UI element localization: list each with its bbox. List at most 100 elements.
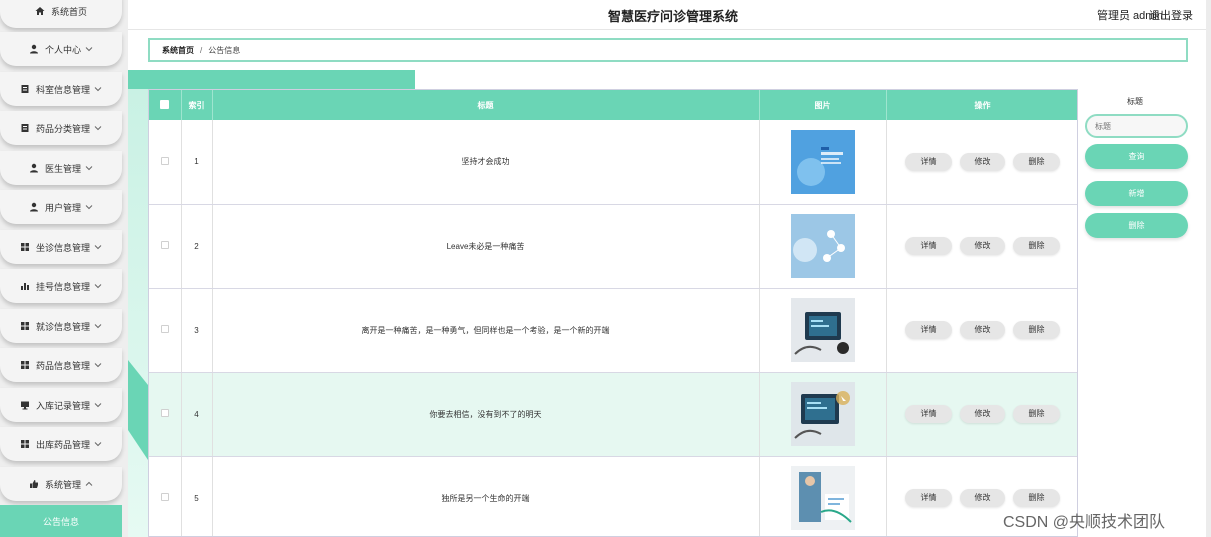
- sidebar-item-label: 医生管理: [44, 163, 81, 174]
- row-checkbox[interactable]: [160, 156, 169, 165]
- table-row: 5 独所是另一个生命的开端 详情 修改 删除: [149, 456, 1077, 536]
- edit-button[interactable]: 修改: [960, 152, 1005, 171]
- sidebar-item-user[interactable]: 用户管理: [0, 190, 122, 224]
- sidebar-item-home[interactable]: 系统首页: [0, 0, 122, 28]
- select-all-checkbox[interactable]: [160, 99, 170, 109]
- sidebar-item-consult[interactable]: 坐诊信息管理: [0, 230, 122, 264]
- search-panel: 标题 查询 新增 删除: [1078, 89, 1211, 537]
- page-scrollbar[interactable]: [1206, 0, 1211, 537]
- home-icon: [35, 6, 45, 16]
- chevron-down-icon: [94, 124, 102, 132]
- row-thumbnail-image: [790, 298, 855, 362]
- row-thumbnail-image: [790, 129, 855, 194]
- add-button[interactable]: 新增: [1085, 181, 1188, 206]
- sidebar-subitem-announcement[interactable]: 公告信息: [0, 505, 122, 537]
- sidebar-item-department[interactable]: 科室信息管理: [0, 72, 122, 106]
- col-header-actions: 操作: [886, 90, 1077, 120]
- person-icon: [29, 44, 39, 54]
- sidebar-item-drug-category[interactable]: 药品分类管理: [0, 111, 122, 145]
- row-index: 4: [181, 372, 213, 457]
- table-row: 4 你要去相信，没有到不了的明天 详情 修改 删除: [149, 372, 1077, 457]
- app-title: 智慧医疗问诊管理系统: [608, 9, 739, 24]
- search-label: 标题: [1127, 97, 1143, 106]
- delete-button[interactable]: 删除: [1013, 321, 1060, 339]
- grid-icon: [20, 439, 30, 449]
- edit-button[interactable]: 修改: [960, 321, 1005, 339]
- sidebar-item-visit[interactable]: 就诊信息管理: [0, 309, 122, 343]
- row-checkbox[interactable]: [160, 241, 169, 249]
- grid-icon: [20, 242, 30, 252]
- chevron-up-icon: [85, 480, 93, 488]
- chevron-down-icon: [94, 322, 102, 330]
- chevron-down-icon: [94, 243, 102, 251]
- logout-link[interactable]: 退出登录: [1149, 7, 1193, 23]
- col-header-index: 索引: [181, 90, 213, 120]
- row-thumbnail-image: [790, 382, 855, 446]
- row-checkbox[interactable]: [160, 325, 169, 333]
- person-icon: [29, 163, 39, 173]
- sidebar-item-label: 系统首页: [50, 6, 87, 17]
- breadcrumb-current: 公告信息: [208, 45, 241, 55]
- delete-button[interactable]: 删除: [1013, 489, 1060, 507]
- grid-icon: [20, 360, 30, 370]
- sidebar-item-label: 科室信息管理: [35, 84, 90, 95]
- row-checkbox[interactable]: [160, 409, 169, 417]
- delete-button[interactable]: 删除: [1013, 405, 1060, 423]
- chevron-down-icon: [94, 361, 102, 369]
- sidebar-item-label: 系统管理: [44, 479, 81, 490]
- top-header: 智慧医疗问诊管理系统 管理员 admin 退出登录: [128, 0, 1211, 30]
- row-index: 3: [181, 288, 213, 373]
- edit-button[interactable]: 修改: [960, 489, 1005, 507]
- app-root: 系统首页 个人中心 科室信息管理 药品分类管理 医生管理 用户管理 坐诊信息管理…: [0, 0, 1211, 537]
- chevron-down-icon: [94, 282, 102, 290]
- row-title: 你要去相信，没有到不了的明天: [212, 372, 760, 457]
- detail-button[interactable]: 详情: [905, 405, 952, 423]
- row-thumbnail-image: [790, 466, 855, 530]
- breadcrumb: 系统首页 / 公告信息: [148, 38, 1188, 62]
- detail-button[interactable]: 详情: [905, 152, 952, 171]
- table-row: 2 Leave未必是一种痛苦 详情 修改 删除: [149, 204, 1077, 289]
- table-header-row: 索引 标题 图片 操作: [149, 90, 1077, 120]
- row-title: Leave未必是一种痛苦: [212, 204, 760, 289]
- sidebar-item-label: 用户管理: [44, 202, 81, 213]
- doc-icon: [20, 84, 30, 94]
- sidebar-item-doctor[interactable]: 医生管理: [0, 151, 122, 185]
- sidebar-item-label: 药品信息管理: [35, 360, 90, 371]
- row-index: 5: [181, 456, 213, 536]
- search-button[interactable]: 查询: [1085, 144, 1188, 169]
- breadcrumb-home[interactable]: 系统首页: [162, 45, 194, 56]
- row-title: 离开是一种痛苦，是一种勇气，但同样也是一个考验，是一个新的开端: [212, 288, 760, 373]
- breadcrumb-separator: /: [200, 45, 203, 55]
- row-checkbox[interactable]: [160, 493, 169, 501]
- thumb-icon: [29, 479, 39, 489]
- bar-chart-icon: [20, 281, 30, 291]
- sidebar-item-label: 挂号信息管理: [35, 281, 90, 292]
- monitor-icon: [20, 400, 30, 410]
- sidebar-item-registration[interactable]: 挂号信息管理: [0, 269, 122, 303]
- announcement-table: 索引 标题 图片 操作 1 坚持才会成功 详情 修改 删除 2 Leave未必是…: [148, 89, 1078, 537]
- search-input[interactable]: [1085, 114, 1188, 138]
- detail-button[interactable]: 详情: [905, 237, 952, 255]
- decor-side-strip: [128, 89, 148, 537]
- col-header-title: 标题: [212, 90, 760, 120]
- edit-button[interactable]: 修改: [960, 237, 1005, 255]
- edit-button[interactable]: 修改: [960, 405, 1005, 423]
- chevron-down-icon: [94, 85, 102, 93]
- detail-button[interactable]: 详情: [905, 321, 952, 339]
- batch-delete-button[interactable]: 删除: [1085, 213, 1188, 238]
- sidebar-item-inbound[interactable]: 入库记录管理: [0, 388, 122, 422]
- row-title: 坚持才会成功: [212, 120, 760, 205]
- sidebar: 系统首页 个人中心 科室信息管理 药品分类管理 医生管理 用户管理 坐诊信息管理…: [0, 0, 128, 537]
- sidebar-item-drug-info[interactable]: 药品信息管理: [0, 348, 122, 382]
- sidebar-item-personal-center[interactable]: 个人中心: [0, 32, 122, 66]
- chevron-down-icon: [85, 203, 93, 211]
- sidebar-item-system[interactable]: 系统管理: [0, 467, 122, 501]
- sidebar-item-label: 个人中心: [44, 44, 81, 55]
- detail-button[interactable]: 详情: [905, 489, 952, 507]
- sidebar-item-outbound[interactable]: 出库药品管理: [0, 427, 122, 461]
- person-icon: [29, 202, 39, 212]
- delete-button[interactable]: 删除: [1013, 152, 1060, 171]
- delete-button[interactable]: 删除: [1013, 237, 1060, 255]
- grid-icon: [20, 321, 30, 331]
- sidebar-item-label: 就诊信息管理: [35, 321, 90, 332]
